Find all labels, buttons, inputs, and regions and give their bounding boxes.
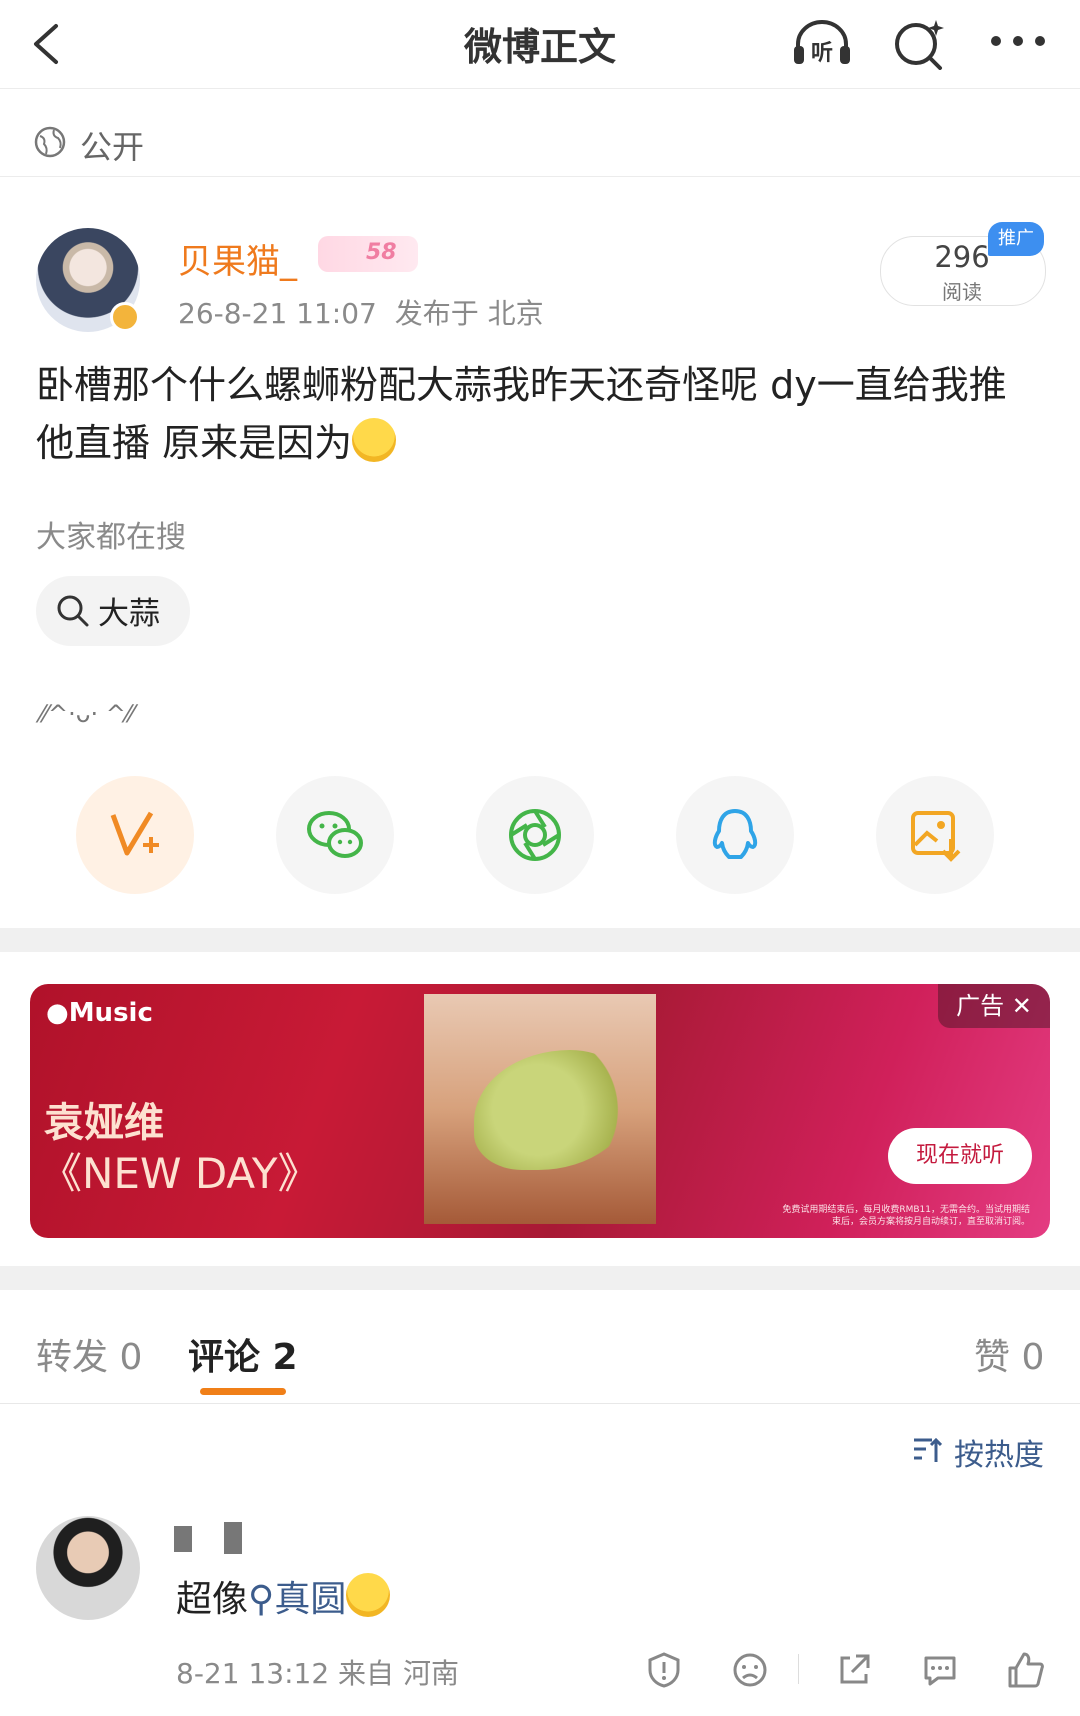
ad-fine-print: 免费试用期结束后，每月收费RMB11，无需合约。当试用期结束后，会员方案将按月自…	[782, 1205, 1030, 1227]
crying-emoji-icon	[346, 1573, 391, 1617]
more-options-icon[interactable]	[988, 26, 1048, 56]
listen-headphones-icon[interactable]: 听	[790, 16, 854, 68]
promote-tag[interactable]: 推广	[988, 222, 1044, 256]
read-label: 阅读	[942, 280, 982, 304]
ad-album: 《NEW DAY》	[40, 1149, 320, 1198]
active-tab-indicator	[200, 1388, 286, 1395]
sort-icon[interactable]	[912, 1434, 942, 1464]
comment-link-text[interactable]: 真圆	[274, 1579, 346, 1620]
globe-icon	[34, 126, 66, 158]
visibility-label: 公开	[80, 128, 145, 166]
tab-like[interactable]: 赞 0	[974, 1328, 1044, 1380]
search-icon[interactable]	[892, 16, 948, 70]
moments-icon	[509, 809, 561, 861]
search-chip-label[interactable]: 大蒜	[98, 588, 160, 633]
commenter-name-redacted	[224, 1522, 242, 1554]
ad-listen-button[interactable]: 现在就听	[888, 1128, 1032, 1184]
listen-label: 听	[811, 41, 833, 66]
tabs-divider	[0, 1403, 1080, 1404]
post-location: 发布于 北京	[394, 297, 544, 330]
wechat-share-button[interactable]	[276, 776, 394, 894]
vplus-share-button[interactable]	[76, 776, 194, 894]
section-divider	[0, 1266, 1080, 1290]
section-divider	[0, 928, 1080, 952]
crying-emoji-icon	[352, 418, 397, 462]
ad-brand: ●Music	[46, 998, 153, 1028]
qq-icon	[712, 809, 758, 859]
search-icon: ⚲	[248, 1579, 275, 1620]
trending-search-heading: 大家都在搜	[36, 520, 186, 555]
share-icon[interactable]	[834, 1650, 874, 1690]
comment-search-link[interactable]: ⚲真圆	[248, 1579, 346, 1620]
reply-icon[interactable]	[920, 1650, 960, 1690]
author-name[interactable]: 贝果猫_	[178, 234, 297, 283]
vplus-icon	[110, 811, 159, 856]
action-separator	[798, 1654, 799, 1684]
qq-share-button[interactable]	[676, 776, 794, 894]
comment-text: 超像	[176, 1579, 249, 1620]
visibility-row	[0, 88, 1080, 177]
post-body: 卧槽那个什么螺蛳粉配大蒜我昨天还奇怪呢 dy一直给我推他直播 原来是因为	[36, 356, 1036, 472]
post-timestamp: 26-8-21 11:07	[178, 297, 377, 330]
sort-by-hot[interactable]: 按热度	[954, 1430, 1044, 1474]
wechat-icon	[307, 811, 363, 858]
post-meta: 26-8-21 11:07 发布于 北京	[178, 292, 544, 332]
moments-share-button[interactable]	[476, 776, 594, 894]
comment-body: 超像⚲真圆	[176, 1570, 391, 1622]
ad-brand-text: Music	[68, 998, 153, 1028]
comment-meta: 8-21 13:12 来自 河南	[176, 1652, 459, 1692]
save-image-share-button[interactable]	[876, 776, 994, 894]
dislike-face-icon[interactable]	[730, 1650, 770, 1690]
report-icon[interactable]	[644, 1650, 684, 1690]
tab-repost[interactable]: 转发 0	[36, 1328, 142, 1380]
apple-logo-icon: ●	[46, 998, 69, 1028]
commenter-name-redacted	[174, 1526, 192, 1552]
kaomoji-text: ⁄⁄^·ᴗ· ^⁄⁄	[40, 700, 134, 728]
search-icon	[57, 595, 89, 627]
save-image-icon	[911, 811, 961, 862]
commenter-avatar[interactable]	[36, 1516, 140, 1620]
post-text: 卧槽那个什么螺蛳粉配大蒜我昨天还奇怪呢 dy一直给我推他直播 原来是因为	[36, 363, 1007, 465]
ad-close-tag[interactable]: 广告 ✕	[938, 984, 1050, 1028]
verified-badge-icon	[110, 302, 140, 332]
like-icon[interactable]	[1006, 1650, 1046, 1690]
comment-location: 来自 河南	[338, 1657, 459, 1690]
level-number: 58	[366, 240, 397, 265]
tab-comment[interactable]: 评论 2	[188, 1328, 298, 1380]
comment-time: 8-21 13:12	[176, 1657, 330, 1690]
